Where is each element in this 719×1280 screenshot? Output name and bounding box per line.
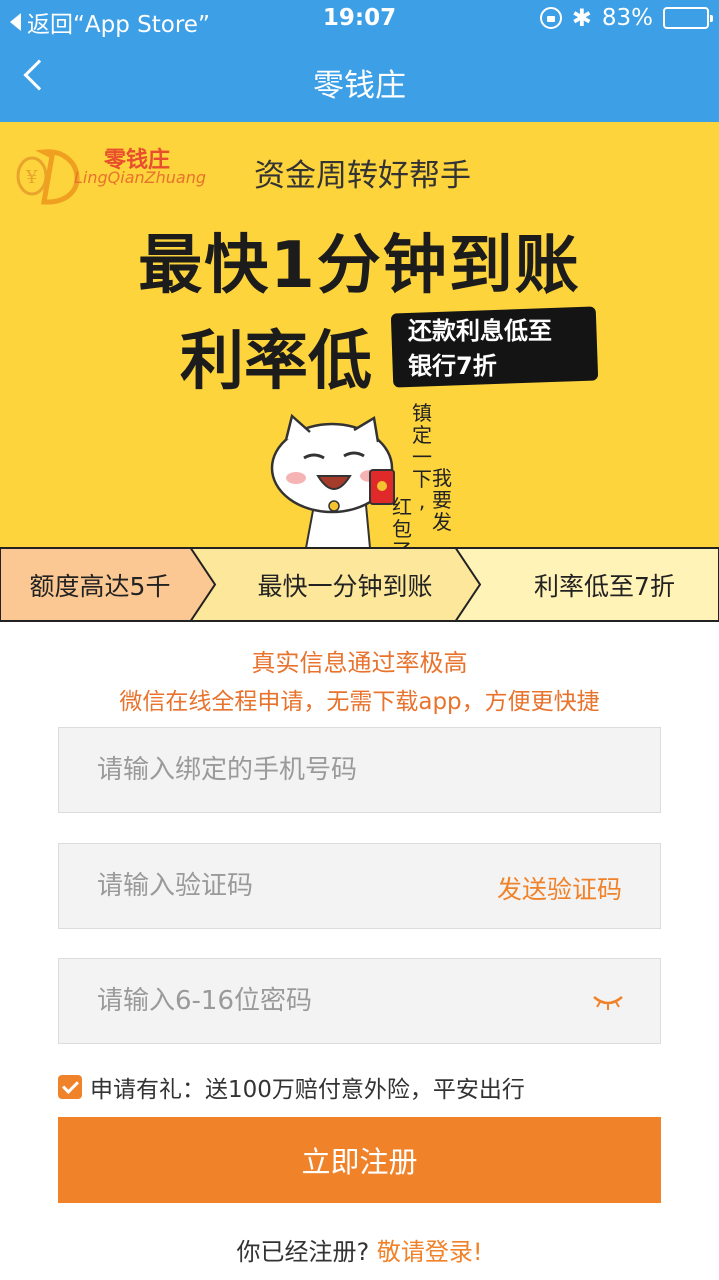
vertical-text-2: 我要发 [432, 466, 452, 534]
status-bar: 返回“App Store” 19:07 ✱ 83% [0, 0, 719, 40]
register-button[interactable]: 立即注册 [58, 1117, 661, 1203]
logo-subtext: LingQianZhuang [74, 168, 206, 187]
banner-subheadline: 利率低 [180, 325, 372, 399]
banner-tagline: 资金周转好帮手 [254, 158, 471, 194]
vertical-text-1: 镇定一下, [412, 401, 432, 513]
ink-text: 还款利息低至 银行7折 [408, 314, 552, 384]
page-title: 零钱庄 [313, 68, 406, 104]
ink-line-2: 银行7折 [408, 352, 497, 380]
login-link[interactable]: 敬请登录! [377, 1238, 483, 1266]
code-field[interactable]: 发送验证码 [58, 843, 661, 929]
phone-field[interactable] [58, 727, 661, 813]
promo-banner: ¥ 零钱庄 LingQianZhuang 资金周转好帮手 最快1分钟到账 利率低… [0, 122, 719, 622]
top-bar: 返回“App Store” 19:07 ✱ 83% 零钱庄 [0, 0, 719, 122]
banner-headline: 最快1分钟到账 [138, 229, 581, 303]
password-input[interactable] [59, 959, 660, 1043]
benefit-item-limit: 额度高达5千 [29, 571, 171, 601]
ink-line-1: 还款利息低至 [408, 317, 552, 345]
bluetooth-icon: ✱ [571, 4, 592, 32]
login-row: 你已经注册? 敬请登录! [0, 1232, 719, 1267]
eye-closed-icon[interactable] [592, 991, 624, 1011]
login-question: 你已经注册? [236, 1238, 370, 1266]
agree-label: 申请有礼：送100万赔付意外险，平安出行 [90, 1077, 525, 1103]
notice-approval: 真实信息通过率极高 [251, 649, 468, 677]
battery-percent: 83% [601, 5, 653, 31]
battery-icon [663, 7, 713, 29]
svg-text:¥: ¥ [25, 167, 38, 188]
send-code-button[interactable]: 发送验证码 [497, 870, 622, 906]
phone-input[interactable] [59, 728, 660, 812]
agree-checkbox[interactable] [58, 1075, 82, 1099]
agreement-row: 申请有礼：送100万赔付意外险，平安出行 [58, 1070, 525, 1104]
password-field[interactable] [58, 958, 661, 1044]
benefit-item-speed: 最快一分钟到账 [257, 571, 433, 601]
status-right: ✱ 83% [539, 4, 713, 32]
orientation-lock-icon [539, 7, 562, 29]
benefit-item-rate: 利率低至7折 [534, 571, 675, 601]
notice-wechat: 微信在线全程申请，无需下载app，方便更快捷 [119, 689, 600, 715]
